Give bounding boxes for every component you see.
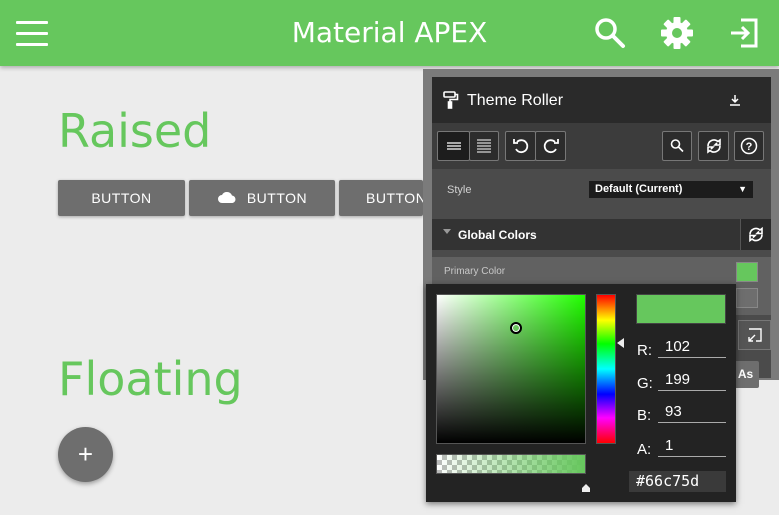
floating-action-button[interactable]: +: [58, 427, 113, 482]
style-row: Style Default (Current) ▼: [432, 169, 771, 219]
secondary-color-swatch[interactable]: [736, 288, 758, 308]
saturation-value-area[interactable]: [436, 294, 586, 444]
primary-color-label: Primary Color: [444, 266, 506, 277]
paint-roller-icon: [443, 91, 459, 114]
button-label: BUTTON: [246, 190, 308, 206]
group-label: Global Colors: [458, 228, 537, 242]
collapse-triangle-icon: [443, 229, 451, 234]
gear-icon[interactable]: [660, 16, 694, 50]
expand-icon-button[interactable]: [738, 320, 771, 350]
lines-icon: [438, 137, 469, 155]
r-label: R:: [637, 342, 652, 359]
search-button[interactable]: [662, 131, 692, 161]
chevron-down-icon: ▼: [738, 184, 747, 194]
dense-lines-icon: [470, 137, 498, 155]
alpha-handle[interactable]: [582, 479, 590, 492]
g-label: G:: [637, 375, 653, 392]
undo-button[interactable]: [505, 131, 536, 161]
search-icon: [663, 137, 691, 155]
cloud-icon: [217, 190, 237, 207]
undo-icon: [506, 137, 535, 155]
raised-heading: Raised: [58, 104, 212, 158]
color-picker: R: 102 G: 199 B: 93 A: 1 #66c75d: [426, 284, 736, 502]
style-select[interactable]: Default (Current) ▼: [589, 181, 753, 198]
theme-roller-header[interactable]: Theme Roller: [432, 77, 771, 123]
raised-button[interactable]: BUTTON: [339, 180, 423, 216]
a-label: A:: [637, 441, 652, 458]
help-button[interactable]: ?: [734, 131, 764, 161]
compact-view-button[interactable]: [437, 131, 470, 161]
style-select-value: Default (Current): [595, 183, 683, 195]
svg-text:?: ?: [746, 141, 753, 153]
color-preview-swatch: [636, 294, 726, 324]
refresh-group-icon[interactable]: [740, 219, 771, 250]
top-app-bar: Material APEX: [0, 0, 779, 66]
search-icon[interactable]: [593, 16, 627, 50]
raised-button[interactable]: BUTTON: [58, 180, 185, 216]
redo-icon: [536, 137, 565, 155]
floating-heading: Floating: [58, 352, 243, 406]
button-label: BUTTON: [366, 190, 423, 206]
redo-button[interactable]: [535, 131, 566, 161]
theme-roller-title: Theme Roller: [467, 92, 564, 109]
save-as-label: As: [737, 367, 754, 381]
style-label: Style: [447, 184, 472, 196]
global-colors-group[interactable]: Global Colors: [432, 219, 771, 250]
r-input[interactable]: 102: [658, 338, 726, 358]
raised-button-cloud[interactable]: BUTTON: [189, 180, 335, 216]
save-as-button[interactable]: As: [732, 361, 759, 388]
theme-roller-toolbar: ?: [432, 123, 771, 169]
g-input[interactable]: 199: [658, 371, 726, 391]
hue-slider[interactable]: [596, 294, 616, 444]
primary-color-swatch[interactable]: [736, 262, 758, 282]
button-label: BUTTON: [91, 190, 152, 206]
primary-color-row[interactable]: Primary Color: [432, 257, 771, 287]
b-label: B:: [637, 407, 652, 424]
color-cursor[interactable]: [510, 322, 522, 334]
reset-button[interactable]: [698, 131, 729, 161]
hex-input[interactable]: #66c75d: [629, 471, 726, 492]
b-input[interactable]: 93: [658, 403, 726, 423]
refresh-icon: [699, 137, 728, 155]
a-input[interactable]: 1: [658, 437, 726, 457]
minimize-icon[interactable]: [729, 93, 741, 111]
logout-icon[interactable]: [727, 16, 761, 50]
hue-handle[interactable]: [617, 338, 624, 348]
popout-icon: [739, 328, 770, 353]
help-icon: ?: [735, 137, 763, 155]
expanded-view-button[interactable]: [469, 131, 499, 161]
alpha-slider[interactable]: [436, 454, 586, 474]
